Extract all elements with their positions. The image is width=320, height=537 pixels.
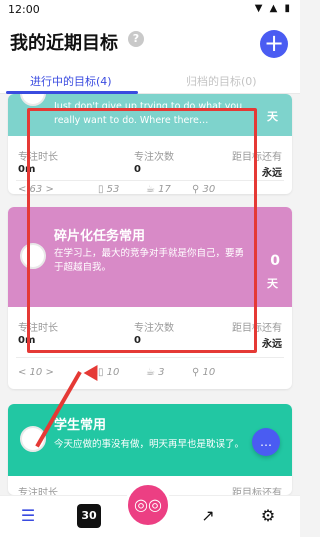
remaining-label: 距目标还有 xyxy=(232,152,282,163)
card-days-value: 0 xyxy=(270,253,280,269)
goal-logo-icon xyxy=(20,94,46,106)
card-banner: 碎片化任务常用 在学习上，最大的竞争对手就是你自己，要勇于超越自我。 0 天 xyxy=(8,207,292,307)
goal-logo-icon xyxy=(20,243,46,269)
focus-duration-label: 专注时长 xyxy=(18,488,58,495)
metric-run: ⚲ 30 xyxy=(192,184,216,194)
focus-count-label: 专注次数 xyxy=(134,152,174,163)
card-motto: 在学习上，最大的竞争对手就是你自己，要勇于超越自我。 xyxy=(54,248,245,273)
focus-count-value: 0 xyxy=(134,335,141,346)
card-motto: 今天应做的事没有做，明天再早也是耽误了。 xyxy=(54,439,245,450)
card-title: 学生常用 xyxy=(54,418,107,433)
tab-archived[interactable]: 归档的目标(0) xyxy=(186,73,257,89)
add-goal-button[interactable]: + xyxy=(260,30,288,58)
card-days-unit: 天 xyxy=(267,110,278,123)
remaining-value: 永远 xyxy=(262,168,282,179)
card-banner: 学生常用 今天应做的事没有做，明天再早也是耽误了。 xyxy=(8,404,292,476)
goal-tabs: 进行中的目标(4) 归档的目标(0) xyxy=(0,68,300,94)
calendar-30-icon[interactable]: 30 xyxy=(77,504,101,528)
goal-card[interactable]: 碎片化任务常用 在学习上，最大的竞争对手就是你自己，要勇于超越自我。 0 天 专… xyxy=(8,207,292,389)
card-banner: Just don't give up trying to do what you… xyxy=(8,94,292,136)
status-bar: 12:00 ▼ ▲ ▮ xyxy=(0,0,300,20)
focus-duration-label: 专注时长 xyxy=(18,152,58,163)
stats-icon[interactable]: ↗ xyxy=(196,504,220,528)
focus-duration-value: 0m xyxy=(18,164,36,175)
metric-book: ▯ 53 xyxy=(98,184,120,194)
card-metrics: < 63 > ▯ 53 ☕ 17 ⚲ 30 xyxy=(8,184,292,194)
tab-in-progress[interactable]: 进行中的目标(4) xyxy=(30,73,112,89)
card-divider xyxy=(16,357,284,358)
card-title: 碎片化任务常用 xyxy=(54,229,146,244)
remaining-label: 距目标还有 xyxy=(232,488,282,495)
card-metrics: < 10 > ▯ 10 ☕ 3 ⚲ 10 xyxy=(8,367,292,383)
chat-fab-button[interactable]: … xyxy=(252,428,280,456)
metric-coffee: ☕ 3 xyxy=(146,367,165,378)
focus-duration-value: 0m xyxy=(18,335,36,346)
list-icon[interactable]: ☰ xyxy=(16,504,40,528)
settings-gear-icon[interactable]: ⚙ xyxy=(256,504,280,528)
remaining-label: 距目标还有 xyxy=(232,323,282,334)
remaining-value: 永远 xyxy=(262,339,282,350)
focus-count-label: 专注次数 xyxy=(134,323,174,334)
goal-card[interactable]: Just don't give up trying to do what you… xyxy=(8,94,292,194)
metric-pager[interactable]: < 10 > xyxy=(18,367,54,378)
page-title: 我的近期目标 xyxy=(10,33,118,54)
focus-duration-label: 专注时长 xyxy=(18,323,58,334)
status-icons: ▼ ▲ ▮ xyxy=(254,3,292,14)
app-header: 我的近期目标 ? + xyxy=(0,20,300,68)
metric-run: ⚲ 10 xyxy=(192,367,216,378)
metric-pager[interactable]: < 63 > xyxy=(18,184,54,194)
help-icon[interactable]: ? xyxy=(128,31,144,47)
status-time: 12:00 xyxy=(8,3,40,16)
card-motto: Just don't give up trying to do what you… xyxy=(54,101,243,126)
focus-robot-icon[interactable]: ◎◎ xyxy=(125,482,171,528)
metric-coffee: ☕ 17 xyxy=(146,184,171,194)
card-divider xyxy=(16,180,284,181)
card-days-unit: 天 xyxy=(267,277,278,290)
focus-count-value: 0 xyxy=(134,164,141,175)
